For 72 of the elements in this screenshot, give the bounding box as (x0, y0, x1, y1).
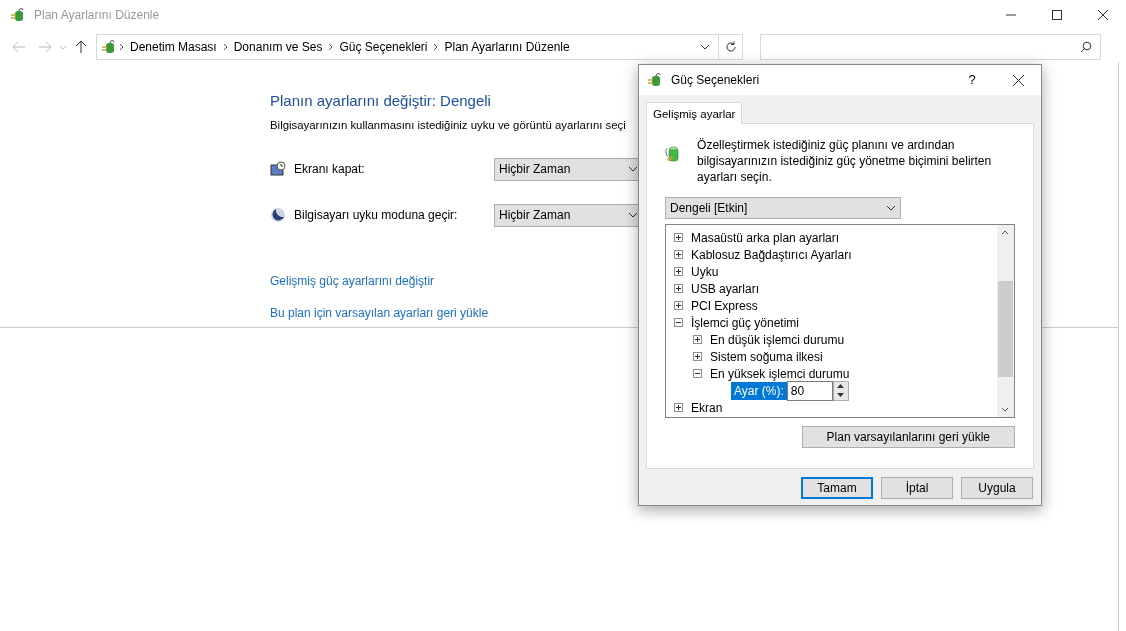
up-triangle-icon (837, 384, 845, 388)
settings-link[interactable]: Bu plan için varsayılan ayarları geri yükle (270, 306, 489, 321)
tree-item[interactable]: İşlemci güç yönetimi (691, 313, 800, 332)
power-plug-icon (647, 72, 663, 88)
dialog-button[interactable]: İptal (881, 477, 953, 499)
scrollbar-thumb[interactable] (998, 281, 1013, 377)
tree-item[interactable]: Kablosuz Bağdaştırıcı Ayarları (691, 245, 852, 264)
expand-icon[interactable] (674, 301, 683, 310)
page-description: Bilgisayarınızın kullanmasını istediğiniz uyku ve görüntü ayarlarını seçi (270, 118, 626, 133)
dialog-title: Güç Seçenekleri (671, 72, 760, 89)
tree-item[interactable]: En yüksek işlemci durumu (710, 364, 850, 383)
expand-icon[interactable] (674, 233, 683, 242)
chevron-right-icon (328, 43, 334, 51)
dropdown-chevron-icon[interactable] (700, 44, 710, 50)
instructions-text: Özelleştirmek istediğiniz güç planını ve ardından bilgisayarınızın istediğiniz güç yönetme biçimini belirten ayarları seçin. (697, 137, 993, 185)
tree-item[interactable]: Uyku (691, 262, 719, 281)
setting-label: Ekranı kapat: (294, 161, 366, 179)
window-title: Plan Ayarlarını Düzenle (34, 7, 160, 24)
forward-arrow-icon (38, 41, 52, 53)
maximize-icon (1052, 10, 1062, 20)
chevron-icon (886, 205, 896, 211)
tree-item[interactable]: En düşük işlemci durumu (710, 330, 845, 349)
search-icon (1080, 41, 1092, 53)
tree-item[interactable]: Ekran (691, 398, 723, 417)
expand-icon[interactable] (674, 403, 683, 412)
collapse-icon[interactable] (693, 369, 702, 378)
restore-defaults-button[interactable]: Plan varsayılanlarını geri yükle (801, 426, 1015, 448)
search-field[interactable] (760, 34, 1101, 60)
monitor-clock-icon (270, 161, 286, 178)
dialog-button[interactable]: Uygula (961, 477, 1033, 499)
tree-item[interactable]: PCI Express (691, 296, 758, 315)
setting-label[interactable]: Ayar (%): (731, 381, 787, 400)
close-icon (1012, 74, 1024, 86)
power-plan-dropdown[interactable]: Dengeli [Etkin] (665, 197, 901, 219)
refresh-button[interactable] (719, 34, 743, 60)
chevron-icon (628, 212, 638, 219)
breadcrumb-link[interactable]: Plan Ayarlarını Düzenle (440, 38, 574, 56)
page-heading: Planın ayarlarını değiştir: Dengeli (270, 92, 492, 110)
scrollbar[interactable] (997, 225, 1014, 417)
chevron-right-icon (222, 43, 228, 51)
chevron-right-icon (433, 43, 439, 51)
caret-icon (59, 44, 67, 50)
breadcrumb-link[interactable]: Güç Seçenekleri (335, 38, 432, 56)
power-plug-icon (10, 7, 26, 23)
chevron-right-icon (119, 43, 124, 51)
breadcrumb-link[interactable]: Donanım ve Ses (229, 38, 327, 56)
scroll-up-icon[interactable] (1001, 230, 1009, 235)
setting-label: Bilgisayarı uyku moduna geçir: (294, 207, 459, 225)
power-plug-icon (101, 39, 117, 55)
moon-icon (270, 207, 286, 224)
expand-icon[interactable] (693, 352, 702, 361)
tree-item[interactable]: Masaüstü arka plan ayarları (691, 228, 840, 247)
up-arrow-icon (75, 40, 87, 54)
expand-icon[interactable] (674, 284, 683, 293)
expand-icon[interactable] (674, 267, 683, 276)
scroll-down-icon[interactable] (1001, 407, 1009, 412)
refresh-icon (724, 41, 737, 53)
collapse-icon[interactable] (674, 318, 683, 327)
expand-icon[interactable] (674, 250, 683, 259)
down-triangle-icon (837, 393, 845, 397)
dialog-button[interactable]: Tamam (801, 477, 873, 499)
tree-item[interactable]: Sistem soğuma ilkesi (710, 347, 823, 366)
back-arrow-icon (12, 41, 26, 53)
chevron-icon (628, 166, 638, 173)
breadcrumb-link[interactable]: Denetim Masası (126, 38, 221, 56)
tab[interactable]: Gelişmiş ayarlar (646, 102, 743, 124)
expand-icon[interactable] (693, 335, 702, 344)
help-button[interactable]: ? (949, 70, 995, 90)
settings-link[interactable]: Gelişmiş güç ayarlarını değiştir (270, 274, 435, 289)
close-icon (1098, 10, 1108, 20)
value-input[interactable]: 80 (786, 380, 833, 401)
tree-item[interactable]: USB ayarları (691, 279, 760, 298)
